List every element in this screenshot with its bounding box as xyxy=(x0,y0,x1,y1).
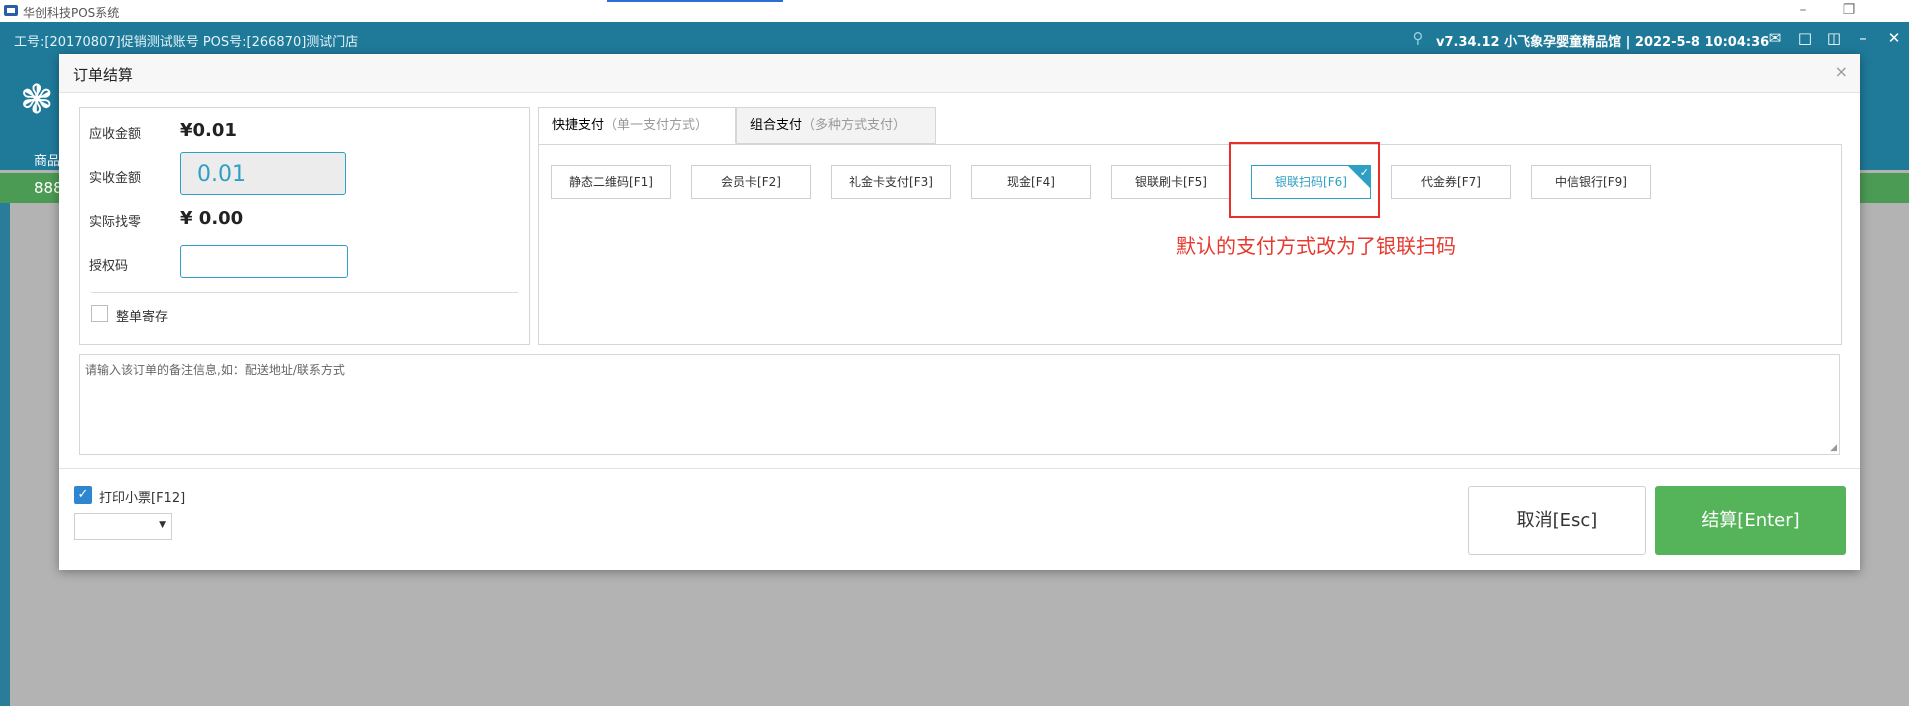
pay-method-citic-bank[interactable]: 中信银行[F9] xyxy=(1531,165,1651,199)
receivable-value: ¥0.01 xyxy=(180,120,237,141)
tab-quick-pay-label: 快捷支付 xyxy=(552,118,605,133)
pay-method-member-card[interactable]: 会员卡[F2] xyxy=(691,165,811,199)
order-settlement-modal: 订单结算 × 应收金额 ¥0.01 实收金额 0.01 实际找零 ¥ 0.00 … xyxy=(59,54,1860,570)
os-title-bar: 华创科技POS系统 – ❐ xyxy=(0,0,1909,22)
tab-combo-pay-sub: （多种方式支付） xyxy=(802,118,907,133)
amount-panel: 应收金额 ¥0.01 实收金额 0.01 实际找零 ¥ 0.00 授权码 整单寄… xyxy=(79,107,530,345)
receivable-label: 应收金额 xyxy=(89,127,142,142)
settle-button[interactable]: 结算[Enter] xyxy=(1655,486,1846,555)
change-value: ¥ 0.00 xyxy=(180,208,244,229)
operator-info: 工号:[20170807]促销测试账号 POS号:[266870]测试门店 xyxy=(14,35,359,50)
resize-grip-icon[interactable]: ◢ xyxy=(1830,443,1837,453)
os-minimize-button[interactable]: – xyxy=(1788,1,1818,21)
os-window-title: 华创科技POS系统 xyxy=(23,6,120,20)
app-icon xyxy=(4,5,18,16)
search-icon[interactable]: ⚲ xyxy=(1408,28,1428,48)
tab-combo-pay[interactable]: 组合支付（多种方式支付） xyxy=(736,107,936,144)
change-label: 实际找零 xyxy=(89,215,142,230)
nav-label-goods: 商品 xyxy=(34,154,61,169)
pay-method-unionpay-card[interactable]: 银联刷卡[F5] xyxy=(1111,165,1231,199)
auth-code-input[interactable] xyxy=(180,245,348,278)
loading-bar xyxy=(607,0,783,2)
footer-divider xyxy=(59,468,1860,469)
split-window-icon[interactable]: ◫ xyxy=(1824,28,1844,48)
pay-method-voucher[interactable]: 代金券[F7] xyxy=(1391,165,1511,199)
cancel-button[interactable]: 取消[Esc] xyxy=(1468,486,1646,555)
left-edge-bar xyxy=(0,203,10,706)
printer-select[interactable]: ▼ xyxy=(74,513,172,540)
hold-order-checkbox[interactable] xyxy=(91,305,108,322)
logo-icon: ❃ xyxy=(20,77,54,123)
panel-divider xyxy=(91,292,518,293)
paid-amount-input[interactable]: 0.01 xyxy=(180,152,346,195)
order-memo-textarea[interactable]: 请输入该订单的备注信息,如：配送地址/联系方式 ◢ xyxy=(79,354,1840,455)
chevron-down-icon: ▼ xyxy=(159,520,166,530)
annotation-text: 默认的支付方式改为了银联扫码 xyxy=(1176,234,1456,258)
tab-combo-pay-label: 组合支付 xyxy=(750,118,803,133)
paid-label: 实收金额 xyxy=(89,171,142,186)
modal-header: 订单结算 × xyxy=(59,54,1860,93)
store-info: v7.34.12 小飞象孕婴童精品馆 | 2022-5-8 10:04:36 xyxy=(1436,35,1770,50)
annotation-highlight-box xyxy=(1229,142,1380,218)
mail-icon[interactable]: ✉ xyxy=(1765,28,1785,48)
modal-title: 订单结算 xyxy=(73,66,134,84)
minimize-icon[interactable]: – xyxy=(1853,28,1873,48)
pay-method-cash[interactable]: 现金[F4] xyxy=(971,165,1091,199)
modal-close-icon[interactable]: × xyxy=(1835,62,1848,81)
tab-quick-pay-sub: （单一支付方式） xyxy=(604,118,709,133)
print-receipt-label: 打印小票[F12] xyxy=(99,491,186,506)
print-receipt-checkbox[interactable]: ✓ xyxy=(74,486,92,504)
tab-quick-pay[interactable]: 快捷支付（单一支付方式） xyxy=(538,107,736,144)
pay-method-gift-card[interactable]: 礼金卡支付[F3] xyxy=(831,165,951,199)
hold-order-label: 整单寄存 xyxy=(116,310,169,325)
os-restore-button[interactable]: ❐ xyxy=(1834,1,1864,21)
window-icon[interactable]: □ xyxy=(1795,28,1815,48)
memo-placeholder: 请输入该订单的备注信息,如：配送地址/联系方式 xyxy=(85,363,345,377)
pay-method-static-qr[interactable]: 静态二维码[F1] xyxy=(551,165,671,199)
auth-code-label: 授权码 xyxy=(89,259,129,274)
close-icon[interactable]: ✕ xyxy=(1884,28,1904,48)
